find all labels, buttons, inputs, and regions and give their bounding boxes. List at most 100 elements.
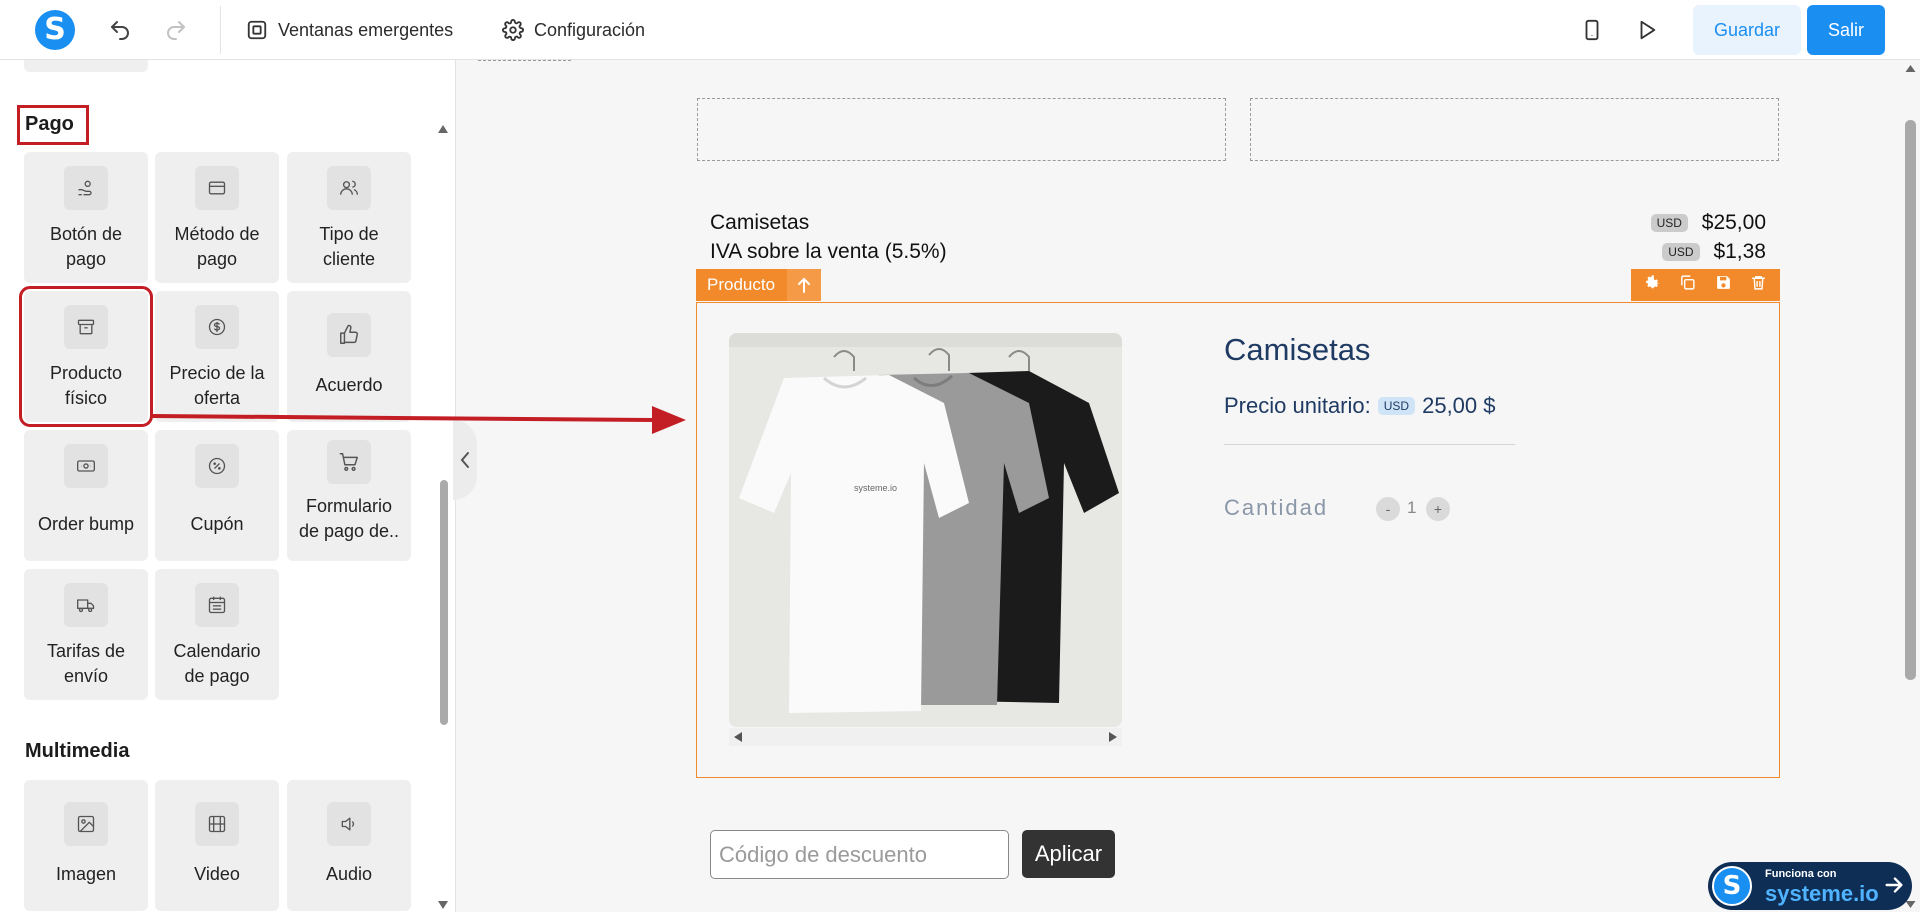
sidebar-scroll-thumb[interactable] — [440, 480, 448, 725]
speaker-icon — [327, 802, 371, 846]
quantity-value[interactable]: 1 — [1407, 498, 1416, 518]
product-block-tag[interactable]: Producto — [696, 269, 822, 301]
redo-icon[interactable] — [160, 14, 192, 46]
arrow-up-icon[interactable] — [787, 269, 822, 301]
gear-icon[interactable] — [1644, 274, 1661, 296]
quantity-increase-button[interactable]: + — [1426, 497, 1450, 521]
tile-payment-button[interactable]: Botón de pago — [24, 152, 148, 283]
calendar-icon — [195, 583, 239, 627]
tile-label: Video — [194, 864, 240, 884]
empty-column-right[interactable] — [1250, 98, 1779, 161]
payment-section-title: Pago — [25, 113, 74, 135]
currency-badge: USD — [1662, 243, 1700, 262]
film-icon — [195, 802, 239, 846]
popups-button[interactable]: Ventanas emergentes — [246, 14, 453, 46]
collapse-sidebar-button[interactable] — [453, 420, 477, 500]
dollar-circle-icon — [195, 305, 239, 349]
tile-coupon[interactable]: Cupón — [155, 430, 279, 561]
image-scrollbar[interactable] — [729, 728, 1122, 746]
summary-tax-price: $1,38 — [1713, 240, 1766, 263]
truck-icon — [64, 583, 108, 627]
toolbar-divider — [220, 6, 221, 54]
tile-label: Producto físico — [49, 363, 123, 408]
summary-tax-price-row: USD $1,38 — [1662, 240, 1766, 264]
tile-label: Botón de pago — [49, 224, 123, 269]
tile-image[interactable]: Imagen — [24, 780, 148, 911]
arrow-right-icon — [1885, 877, 1903, 893]
coupon-code-input[interactable] — [710, 830, 1009, 879]
tile-shipping-rates[interactable]: Tarifas de envío — [24, 569, 148, 700]
gear-icon — [502, 19, 524, 41]
unit-price-label: Precio unitario: — [1224, 393, 1371, 418]
play-preview-icon[interactable] — [1631, 14, 1663, 46]
popup-window-icon — [247, 20, 267, 40]
empty-column-left[interactable] — [697, 98, 1226, 161]
quantity-label: Cantidad — [1224, 495, 1329, 520]
powered-by-badge[interactable]: S Funciona con systeme.io — [1708, 862, 1912, 910]
tile-order-bump[interactable]: Order bump — [24, 430, 148, 561]
elements-sidebar: Pago Botón de pago Método de pago Tipo de c… — [0, 60, 456, 912]
tile-physical-product[interactable]: Producto físico — [19, 286, 153, 427]
tile-label: Tarifas de envío — [46, 641, 126, 686]
popups-label: Ventanas emergentes — [278, 19, 454, 40]
trash-icon[interactable] — [1750, 274, 1767, 296]
systeme-logo: S — [1712, 866, 1752, 906]
image-icon — [64, 802, 108, 846]
credit-card-icon — [195, 166, 239, 210]
shirt-brand-text: systeme.io — [854, 483, 898, 493]
product-tag-label: Producto — [707, 275, 776, 294]
currency-badge: USD — [1650, 214, 1688, 233]
tile-label: Precio de la oferta — [169, 363, 265, 408]
mobile-preview-icon[interactable] — [1576, 14, 1608, 46]
previous-tile-edge — [24, 60, 148, 72]
product-image[interactable]: systeme.io — [729, 333, 1122, 727]
unit-price-value: 25,00 $ — [1422, 393, 1496, 418]
settings-button[interactable]: Configuración — [502, 14, 645, 46]
tile-payment-calendar[interactable]: Calendario de pago — [155, 569, 279, 700]
tile-label: Cupón — [190, 514, 244, 534]
save-block-icon[interactable] — [1715, 274, 1732, 296]
tile-label: Método de pago — [174, 224, 260, 269]
box-icon — [64, 305, 108, 349]
tile-payment-method[interactable]: Método de pago — [155, 152, 279, 283]
canvas-scrollbar[interactable] — [1901, 60, 1920, 912]
duplicate-icon[interactable] — [1679, 274, 1696, 296]
tile-label: Imagen — [55, 864, 117, 884]
tile-audio[interactable]: Audio — [287, 780, 411, 911]
tile-label: Tipo de cliente — [319, 224, 379, 269]
tile-customer-type[interactable]: Tipo de cliente — [287, 152, 411, 283]
tile-label: Acuerdo — [315, 375, 383, 395]
chevron-left-icon — [460, 452, 469, 468]
banknote-icon — [64, 444, 108, 488]
tile-label: Audio — [325, 864, 373, 884]
undo-icon[interactable] — [104, 14, 136, 46]
media-section-title: Multimedia — [25, 740, 130, 762]
exit-button[interactable]: Salir — [1807, 5, 1885, 55]
cart-icon — [327, 440, 371, 484]
tile-label: Calendario de pago — [173, 641, 261, 686]
summary-item-price: $25,00 — [1701, 211, 1766, 234]
top-bar: S Ventanas emergentes Configuración Guar… — [0, 0, 1920, 60]
systeme-logo[interactable]: S — [35, 10, 75, 50]
tile-agreement[interactable]: Acuerdo — [287, 291, 411, 422]
canvas-scroll-thumb[interactable] — [1905, 120, 1916, 680]
currency-badge: USD — [1377, 397, 1416, 415]
summary-tax-name: IVA sobre la venta (5.5%) — [710, 240, 947, 263]
summary-item-price-row: USD $25,00 — [1650, 211, 1766, 235]
tile-label: Formulario de pago de.. — [298, 496, 400, 541]
quantity-decrease-button[interactable]: - — [1376, 497, 1400, 521]
tile-offer-price[interactable]: Precio de la oferta — [155, 291, 279, 422]
product-name: Camisetas — [1224, 332, 1371, 367]
thumbs-up-icon — [327, 313, 371, 357]
tile-video[interactable]: Video — [155, 780, 279, 911]
block-edge — [478, 60, 571, 61]
save-button[interactable]: Guardar — [1693, 5, 1801, 55]
hand-coin-icon — [64, 166, 108, 210]
users-icon — [327, 166, 371, 210]
badge-brand-text: systeme.io — [1765, 881, 1879, 906]
tile-label: Order bump — [37, 514, 135, 534]
tile-payment-form[interactable]: Formulario de pago de.. — [287, 430, 411, 561]
summary-item-name: Camisetas — [710, 211, 810, 234]
badge-small-text: Funciona con — [1765, 868, 1837, 880]
apply-coupon-button[interactable]: Aplicar — [1022, 830, 1115, 878]
